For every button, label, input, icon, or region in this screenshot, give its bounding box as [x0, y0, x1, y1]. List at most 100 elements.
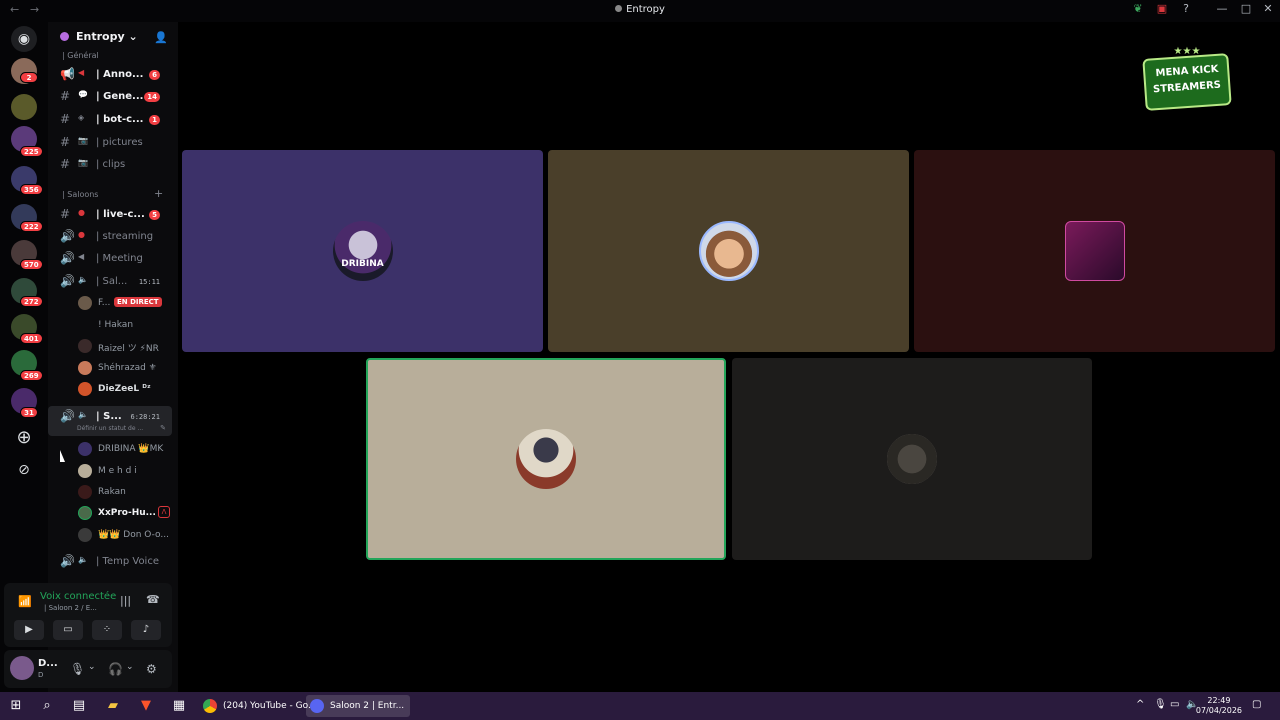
voice-user[interactable]: XxPro-Hu... Λ [76, 503, 172, 523]
signal-icon[interactable]: 📶 [18, 595, 32, 608]
channel-temp-voice[interactable]: 🔊 🔈 | Temp Voice [48, 551, 172, 571]
noise-suppression-icon[interactable]: ||| [120, 594, 131, 607]
brave-browser-icon[interactable]: ▼ [137, 698, 155, 714]
voice-user[interactable]: ! Hakan [76, 315, 172, 335]
video-tile-4[interactable] [366, 358, 726, 560]
screen-share-button[interactable]: ▭ [53, 620, 83, 640]
avatar [78, 361, 92, 375]
channel-pictures[interactable]: # 📷 | pictures [48, 132, 172, 152]
notification-icon[interactable]: ▢ [1252, 699, 1261, 710]
guild-name[interactable]: Entropy ⌄ [76, 30, 138, 43]
shield-icon: ◈ [78, 113, 85, 122]
add-channel-icon[interactable]: + [154, 187, 163, 200]
edit-pencil-icon[interactable]: ✎ [160, 424, 166, 432]
chrome-icon [203, 699, 217, 713]
app-badge-icon: Λ [158, 506, 170, 518]
channel-general[interactable]: # 💬 | Gene... 14 [48, 86, 172, 106]
disconnect-icon[interactable]: ☎ [146, 593, 160, 606]
activities-button[interactable]: ⁘ [92, 620, 122, 640]
video-tile-2[interactable] [548, 150, 909, 352]
camera-off-icon: ▶ [25, 624, 33, 635]
file-explorer-icon[interactable]: ▰ [104, 698, 122, 714]
network-icon[interactable]: ▭ [1170, 699, 1179, 710]
channel-bot-commands[interactable]: # ◈ | bot-c... 1 [48, 109, 172, 129]
megaphone-icon: ◀ [78, 252, 85, 261]
hash-icon: # [60, 89, 71, 103]
discord-home-icon[interactable]: ◉ [11, 26, 37, 52]
soundboard-button[interactable]: ♪ [131, 620, 161, 640]
maximize-icon[interactable]: □ [1236, 2, 1256, 15]
calendar-icon[interactable]: ▦ [170, 698, 188, 714]
settings-gear-icon[interactable]: ⚙ [146, 662, 157, 676]
channel-saloon-1[interactable]: 🔊 🔈 | Sal... 15:11 [48, 271, 172, 291]
microphone-icon[interactable]: 🎙 [1154, 699, 1167, 710]
category-general[interactable]: | Général [62, 51, 99, 60]
hash-icon: # [60, 135, 71, 149]
avatar [78, 382, 92, 396]
voice-user[interactable]: M e h d i [76, 461, 172, 481]
hash-icon: # [60, 157, 71, 171]
channel-announcements[interactable]: 📢 ◀ | Anno... 6 [48, 64, 172, 84]
video-tile-3[interactable] [914, 150, 1275, 352]
avatar [78, 506, 92, 520]
invite-people-icon[interactable]: 👤 [154, 31, 168, 44]
speaker-icon: 🔊 [60, 274, 75, 288]
video-tile-5[interactable] [732, 358, 1092, 560]
video-tile-dribina[interactable]: DRIBINA [182, 150, 543, 352]
microphone-icon[interactable]: 🎙 [70, 662, 85, 676]
minimize-icon[interactable]: — [1212, 2, 1232, 15]
red-circle-icon: ● [78, 230, 85, 239]
chevron-down-icon[interactable]: ⌄ [88, 662, 96, 672]
tray-chevron-up-icon[interactable]: ^ [1136, 699, 1144, 710]
channel-streaming[interactable]: 🔊 ● | streaming [48, 226, 172, 246]
voice-user[interactable]: DieZeeL ᴰᶻ [76, 379, 172, 399]
server-badge: 272 [20, 296, 43, 307]
chevron-down-icon: ⌄ [128, 30, 138, 43]
taskbar-app-discord[interactable]: Saloon 2 | Entr... [306, 695, 411, 717]
avatar [332, 221, 393, 281]
voice-user[interactable]: DRIBINA 👑MK [76, 439, 172, 459]
windows-taskbar: ⊞ ⌕ ▤ ▰ ▼ ▦ (204) YouTube - Go... Saloon… [0, 692, 1280, 720]
server-badge: 31 [20, 407, 38, 418]
avatar [698, 221, 759, 281]
headphones-icon[interactable]: 🎧 [108, 662, 123, 676]
windows-start-icon[interactable]: ⊞ [7, 698, 25, 714]
user-panel: D... D 🎙 ⌄ 🎧 ⌄ ⚙ [4, 650, 172, 688]
channel-meeting[interactable]: 🔊 ◀ | Meeting [48, 248, 172, 268]
discord-icon [310, 699, 324, 713]
avatar [78, 296, 92, 310]
activities-icon: ⁘ [102, 624, 112, 635]
nitro-leaf-icon[interactable]: ❦ [1128, 2, 1148, 15]
avatar [1064, 221, 1125, 281]
add-server-icon[interactable]: ⊕ [11, 425, 37, 451]
stars-icon: ★★★ [1173, 46, 1201, 57]
voice-user[interactable]: Raizel ツ ⚡NR [76, 336, 172, 356]
discover-icon[interactable]: ⊘ [11, 457, 37, 483]
category-saloons[interactable]: | Saloons [62, 190, 98, 199]
voice-user[interactable]: Shéhrazad ⚜ [76, 358, 172, 378]
chevron-down-icon[interactable]: ⌄ [126, 662, 134, 672]
close-icon[interactable]: ✕ [1258, 2, 1278, 15]
inbox-icon[interactable]: ▣ [1152, 2, 1172, 15]
task-view-icon[interactable]: ▤ [70, 698, 88, 714]
channel-saloon-2[interactable]: 🔊 🔈 | S... 6:28:21 Définir un statut de … [48, 406, 172, 436]
taskbar-app-chrome[interactable]: (204) YouTube - Go... [199, 695, 323, 717]
server-icon[interactable] [11, 94, 37, 120]
search-icon[interactable]: ⌕ [38, 698, 56, 714]
avatar [78, 339, 92, 353]
speaker-icon: 🔈 [78, 410, 88, 419]
channel-clips[interactable]: # 📷 | clips [48, 154, 172, 174]
voice-user[interactable]: Rakan [76, 482, 172, 502]
announcement-icon: 📢 [60, 67, 75, 81]
avatar [78, 464, 92, 478]
help-icon[interactable]: ? [1176, 2, 1196, 15]
server-badge: 356 [20, 184, 43, 195]
avatar[interactable] [10, 656, 34, 680]
voice-user[interactable]: 👑👑 Don O-o... [76, 525, 172, 545]
channel-live-chat[interactable]: # ● | live-c... 5 [48, 204, 172, 224]
avatar [78, 528, 92, 542]
speaker-icon: 🔊 [60, 554, 75, 568]
voice-user[interactable]: F... EN DIRECT [76, 293, 172, 313]
taskbar-clock[interactable]: 22:49 07/04/2026 [1196, 696, 1242, 716]
camera-button[interactable]: ▶ [14, 620, 44, 640]
